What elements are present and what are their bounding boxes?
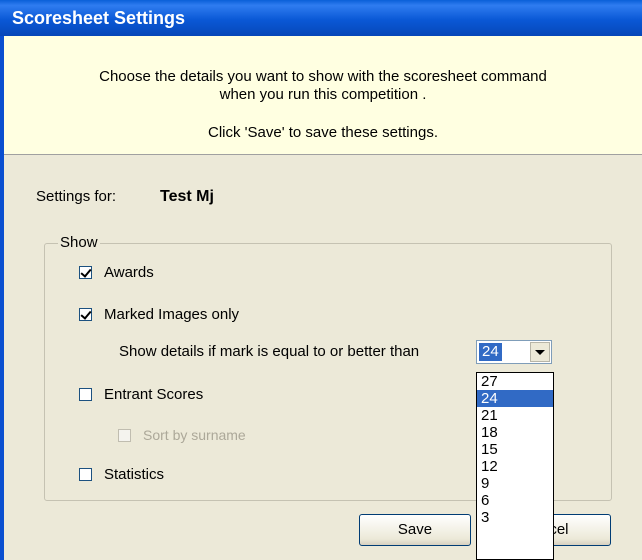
combo-selected-value: 24: [479, 343, 502, 361]
dropdown-option[interactable]: 21: [477, 407, 553, 424]
entrant-scores-label: Entrant Scores: [104, 386, 204, 403]
entrant-scores-checkbox-row[interactable]: Entrant Scores: [79, 386, 203, 403]
settings-for-label: Settings for:: [36, 188, 117, 205]
dropdown-option[interactable]: 27: [477, 373, 553, 390]
dropdown-option[interactable]: 6: [477, 492, 553, 509]
awards-label: Awards: [104, 264, 154, 281]
mark-threshold-dropdown-list[interactable]: 27 24 21 18 15 12 9 6 3: [476, 372, 554, 560]
statistics-checkbox-row[interactable]: Statistics: [79, 466, 164, 483]
header-line-2: when you run this competition .: [219, 86, 427, 103]
marked-images-checkbox[interactable]: [79, 308, 92, 321]
chevron-down-icon: [535, 350, 545, 355]
dropdown-option[interactable]: 12: [477, 458, 553, 475]
statistics-label: Statistics: [104, 466, 165, 483]
title-bar[interactable]: Scoresheet Settings: [0, 0, 642, 36]
awards-checkbox[interactable]: [79, 266, 92, 279]
dropdown-option-selected[interactable]: 24: [477, 390, 553, 407]
dropdown-option[interactable]: 18: [477, 424, 553, 441]
marked-images-label: Marked Images only: [104, 306, 240, 323]
awards-checkbox-row[interactable]: Awards: [79, 264, 154, 281]
sort-by-surname-checkbox[interactable]: [118, 428, 131, 442]
dropdown-option[interactable]: 3: [477, 509, 553, 526]
entrant-scores-checkbox[interactable]: [79, 388, 92, 401]
window-title: Scoresheet Settings: [12, 8, 186, 28]
header-line-3: Click 'Save' to save these settings.: [207, 124, 438, 141]
marked-images-checkbox-row[interactable]: Marked Images only: [79, 306, 239, 323]
save-button[interactable]: Save: [359, 514, 471, 546]
combo-dropdown-button[interactable]: [530, 342, 550, 362]
statistics-checkbox[interactable]: [79, 468, 92, 481]
dropdown-option[interactable]: 15: [477, 441, 553, 458]
sort-by-surname-label: Sort by surname: [143, 427, 246, 443]
header-line-1: Choose the details you want to show with…: [99, 68, 547, 85]
show-group-legend: Show: [58, 234, 100, 251]
sort-by-surname-checkbox-row[interactable]: Sort by surname: [118, 427, 246, 443]
mark-threshold-combo[interactable]: 24: [476, 340, 552, 364]
info-header: Choose the details you want to show with…: [4, 36, 642, 155]
dropdown-option[interactable]: 9: [477, 475, 553, 492]
show-details-label: Show details if mark is equal to or bett…: [119, 343, 420, 360]
settings-for-value: Test Mj: [160, 188, 214, 205]
